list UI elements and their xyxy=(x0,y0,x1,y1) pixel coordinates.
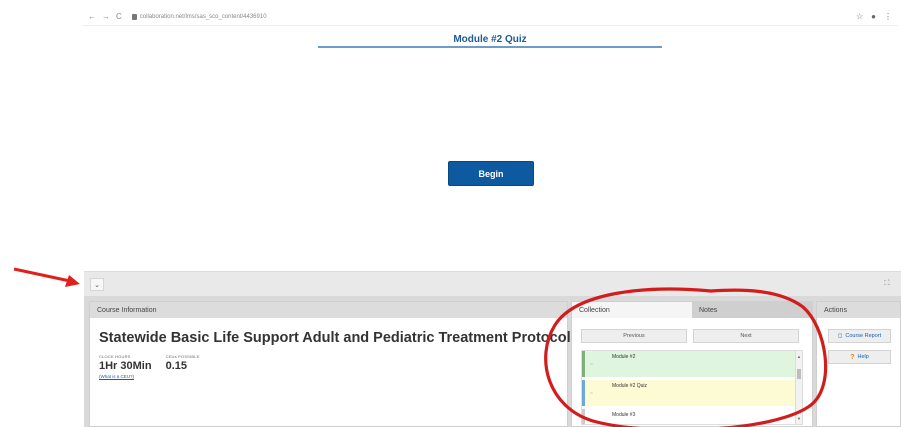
quiz-title-underline xyxy=(318,46,662,48)
url-text: collaboration.net/lms/sas_sco_content/44… xyxy=(139,13,267,20)
fullscreen-icon[interactable]: ⛶ xyxy=(882,279,892,289)
begin-button[interactable]: Begin xyxy=(448,161,534,186)
course-info-panel: Course Information Statewide Basic Life … xyxy=(89,301,579,427)
list-item-module-3[interactable]: ▭ Module #3 xyxy=(582,409,802,424)
help-icon: ? xyxy=(850,353,855,361)
reload-icon[interactable]: C xyxy=(116,12,122,21)
course-stats: CLOCK HOURS 1Hr 30Min CEUs POSSIBLE 0.15 xyxy=(99,354,567,372)
list-scrollbar[interactable]: ▲ ▼ xyxy=(795,351,802,424)
forward-icon[interactable]: → xyxy=(102,12,110,21)
address-bar[interactable]: collaboration.net/lms/sas_sco_content/44… xyxy=(131,13,267,20)
course-report-button[interactable]: ◻ Course Report xyxy=(828,329,891,343)
thumbnail-icon: ▭ xyxy=(590,420,593,424)
collection-panel: Collection Notes Previous Next ▭ Module … xyxy=(571,301,813,427)
browser-bar: ← → C collaboration.net/lms/sas_sco_cont… xyxy=(82,8,898,26)
list-item-module-2-quiz[interactable]: ▭ Module #2 Quiz xyxy=(582,380,802,406)
list-item-label: Module #2 Quiz xyxy=(612,383,648,389)
what-is-ceu-link[interactable]: (What is a CEU?) xyxy=(99,374,567,379)
report-icon: ◻ xyxy=(837,333,843,339)
course-report-label: Course Report xyxy=(845,333,882,339)
collection-tabs: Collection Notes xyxy=(572,302,812,318)
page: ← → C collaboration.net/lms/sas_sco_cont… xyxy=(0,0,901,427)
list-item-label: Module #2 xyxy=(612,354,636,360)
item-accent xyxy=(582,409,585,424)
ceus-label: CEUs POSSIBLE xyxy=(165,354,200,359)
info-panels: Course Information Statewide Basic Life … xyxy=(84,296,901,427)
browser-nav: ← → C xyxy=(88,12,122,21)
thumbnail-icon: ▭ xyxy=(590,391,593,395)
back-icon[interactable]: ← xyxy=(88,12,96,21)
tab-collection[interactable]: Collection xyxy=(572,302,692,318)
actions-panel: Actions ◻ Course Report ? Help xyxy=(816,301,901,427)
course-info-header: Course Information xyxy=(90,302,567,318)
list-item-module-2[interactable]: ▭ Module #2 xyxy=(582,351,802,377)
quiz-title: Module #2 Quiz xyxy=(453,34,527,45)
scroll-down-icon[interactable]: ▼ xyxy=(797,416,801,421)
actions-header: Actions xyxy=(817,302,900,318)
help-label: Help xyxy=(857,354,869,360)
list-item-label: Module #3 xyxy=(612,412,636,418)
ceus-possible: CEUs POSSIBLE 0.15 xyxy=(166,354,200,372)
browser-icons: ☆ ● ⋮ xyxy=(856,12,892,21)
prev-next: Previous Next xyxy=(581,329,812,343)
next-button[interactable]: Next xyxy=(693,329,799,343)
scroll-thumb[interactable] xyxy=(797,369,801,379)
account-icon[interactable]: ● xyxy=(871,12,876,21)
lock-icon xyxy=(131,13,137,20)
ceus-value: 0.15 xyxy=(165,360,187,372)
help-button[interactable]: ? Help xyxy=(828,350,891,364)
clock-hours-label: CLOCK HOURS xyxy=(99,354,131,359)
star-icon[interactable]: ☆ xyxy=(856,12,863,21)
item-accent xyxy=(582,380,585,406)
clock-hours-value: 1Hr 30Min xyxy=(99,360,152,372)
menu-icon[interactable]: ⋮ xyxy=(884,12,892,21)
scroll-up-icon[interactable]: ▲ xyxy=(797,354,801,359)
collapse-button[interactable]: ⌄ xyxy=(90,278,104,291)
item-accent xyxy=(582,351,585,377)
collection-list: ▭ Module #2 ▭ Module #2 Quiz ▭ Module #3… xyxy=(581,350,803,425)
course-title: Statewide Basic Life Support Adult and P… xyxy=(99,330,579,346)
chevron-down-icon: ⌄ xyxy=(94,281,100,289)
clock-hours: CLOCK HOURS 1Hr 30Min xyxy=(99,354,152,372)
tab-notes[interactable]: Notes xyxy=(692,302,812,318)
player-toolbar: ⌄ ⛶ xyxy=(84,271,901,296)
previous-button[interactable]: Previous xyxy=(581,329,687,343)
thumbnail-icon: ▭ xyxy=(590,362,593,366)
annotation-arrow xyxy=(13,267,80,287)
